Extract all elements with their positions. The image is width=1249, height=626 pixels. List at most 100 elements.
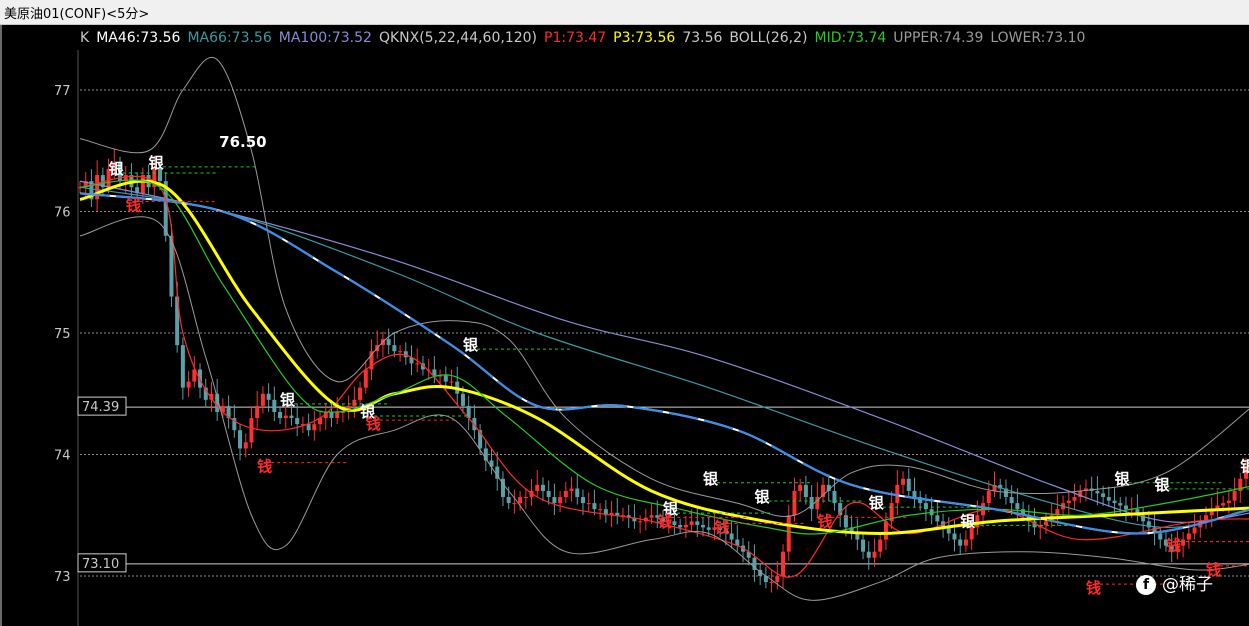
price-bar-body [243,442,248,449]
price-bar-body [866,551,871,558]
price-bar-body [638,521,643,523]
price-bar-body [861,539,866,552]
silver-signal-marker: 银 [149,154,165,172]
watermark-text: @稀子 [1162,575,1213,595]
legend-item: P3:73.56 [613,30,676,46]
price-bar-body [878,539,883,552]
price-bar-body [506,497,511,504]
price-bar-body [295,418,300,425]
trend-overlay-line [79,192,1249,535]
price-bar-body [706,527,711,530]
price-bar-body [598,509,603,511]
price-bar-body [923,503,928,510]
y-tick-label: 76 [54,206,71,221]
price-bar-body [912,490,917,498]
price-bar-body [1101,493,1106,498]
price-bar-body [186,381,191,388]
indicator-legend: K MA46:73.56 MA66:73.56 MA100:73.52 QKNX(5,2… [80,30,1092,48]
legend-item: MID:73.74 [814,30,887,46]
y-tick-label: 77 [54,84,71,99]
price-bar-body [809,497,814,510]
price-bar-body [786,515,791,552]
price-bar-body [729,533,734,540]
price-bar-body [283,415,288,419]
watermark: f @稀子 [1136,570,1213,595]
price-bar-body [523,497,528,499]
money-signal-marker: 钱 [126,196,141,214]
price-bar-body [883,521,888,540]
silver-signal-marker: 银 [1240,458,1249,476]
price-bar-body [392,345,397,352]
price-bar-body [278,411,283,419]
series-line-mid [79,179,1249,535]
price-bar-body [1043,521,1048,525]
silver-signal-marker: 银 [754,488,770,506]
money-signal-marker: 钱 [257,458,272,476]
price-bar-body [386,339,391,346]
legend-item: 73.56 [682,30,723,46]
price-bar-body [306,424,311,431]
silver-signal-marker: 银 [960,512,976,530]
price-bar-body [1015,503,1020,510]
series-line-ma66 [79,186,1249,529]
price-bar-body [1072,497,1077,501]
signal-markers: 银银钱银钱银钱银银钱银钱银钱银银银钱银钱钱银 [109,154,1249,597]
price-bar-body [449,381,454,383]
price-bar-body [249,418,254,443]
price-bar-body [1118,503,1123,506]
level-label: 73.10 [82,557,119,572]
price-bar-body [906,478,911,491]
price-bar-body [781,551,786,576]
price-bar-body [935,515,940,522]
price-bar-body [329,411,334,419]
price-bar-body [1181,539,1186,546]
price-bar-body [872,551,877,558]
y-axis-ticks: 77 76 75 74 73 [54,84,71,585]
price-bar-body [358,387,363,400]
price-bar-body [683,524,688,528]
price-bar-body [963,539,968,546]
price-bar-body [701,524,706,528]
price-bar-body [1192,527,1197,534]
price-bar-body [398,351,403,353]
price-bar-body [672,521,677,525]
silver-signal-marker: 银 [869,494,885,512]
peak-price-label: 76.50 [219,133,266,151]
level-label: 74.39 [82,400,119,415]
price-chart[interactable]: 74.3973.10 银银钱银钱银钱银银钱银钱银钱银银银钱银钱钱银 777675… [0,0,1249,626]
silver-signal-marker: 银 [280,391,296,409]
price-bar-body [575,488,580,498]
silver-signal-marker: 银 [463,336,479,354]
price-bar-body [1106,497,1111,501]
price-bar-body [546,490,551,498]
legend-item: LOWER:73.10 [990,30,1086,46]
price-bar-body [289,415,294,419]
price-bar-body [580,497,585,504]
price-bar-body [986,490,991,504]
price-bar-body [260,393,265,406]
price-bar-body [1009,497,1014,504]
price-bar-body [678,524,683,528]
price-bar-body [569,488,574,491]
price-bar-body [1186,533,1191,540]
legend-item: QKNX(5,22,44,60,120) [378,30,537,46]
price-bar-body [803,484,808,498]
peak-label: 76.50 [219,133,266,151]
series-line-p3 [79,179,1249,535]
y-tick-label: 75 [54,327,71,342]
price-bar-body [180,345,185,388]
price-bar-body [689,521,694,525]
price-bar-body [586,503,591,505]
price-bar-body [443,375,448,382]
money-signal-marker: 钱 [657,512,672,530]
series-line-ma46 [79,192,1249,535]
price-bar-body [615,512,620,516]
legend-item: MA100:73.52 [278,30,372,46]
price-bar-body [272,399,277,412]
price-bar-body [255,405,260,419]
price-bar-body [1112,500,1117,504]
price-bar-body [403,351,408,358]
price-bar-body [335,411,340,419]
price-bar-body [563,490,568,498]
price-bar-body [1221,503,1226,506]
